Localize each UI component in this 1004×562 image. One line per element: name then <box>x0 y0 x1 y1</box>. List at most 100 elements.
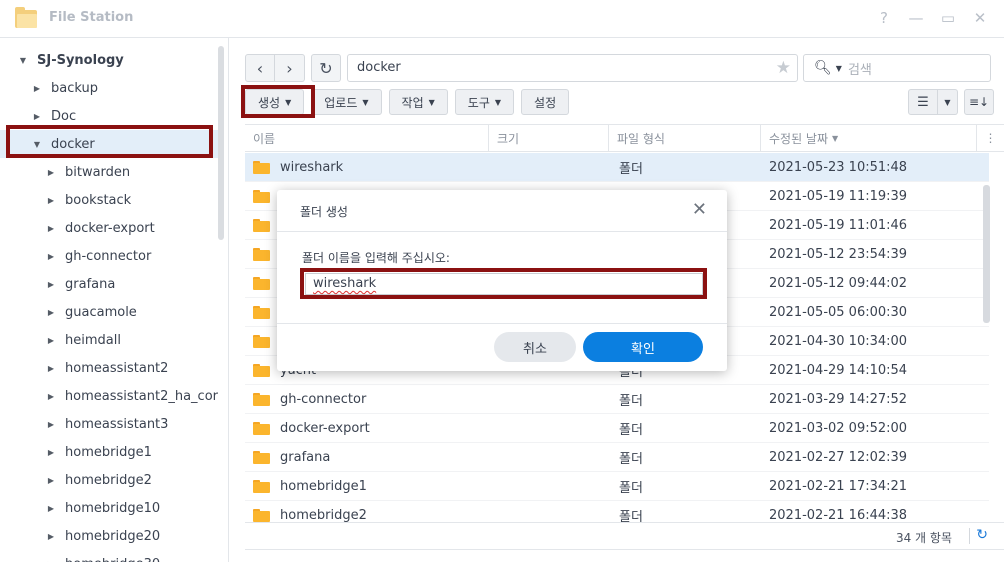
tools-button[interactable]: 도구 ▼ <box>454 89 515 115</box>
folder-icon <box>253 247 270 261</box>
window-title: File Station <box>49 10 134 25</box>
refresh-button[interactable]: ↻ <box>311 54 341 82</box>
create-button[interactable]: 생성 ▼ <box>245 89 305 115</box>
tree-item[interactable]: ▶ bitwarden <box>0 158 218 186</box>
caret-right-icon[interactable]: ▶ <box>45 420 57 429</box>
caret-right-icon[interactable]: ▶ <box>45 504 57 513</box>
table-row[interactable]: homebridge1 폴더 2021-02-21 17:34:21 <box>245 472 989 501</box>
folder-icon <box>253 305 270 319</box>
folder-icon <box>253 218 270 232</box>
caret-right-icon[interactable]: ▶ <box>31 84 43 93</box>
sort-desc-icon: ▼ <box>832 133 839 143</box>
folder-icon <box>253 450 270 464</box>
tree-item[interactable]: ▶ homebridge2 <box>0 466 218 494</box>
settings-button[interactable]: 설정 <box>521 89 570 115</box>
tree-item[interactable]: ▶ grafana <box>0 270 218 298</box>
folder-tree: ▼ SJ-Synology ▶ backup ▶ Doc ▼ docker ▶ bitw… <box>0 38 229 562</box>
folder-icon <box>253 479 270 493</box>
table-row[interactable]: gh-connector 폴더 2021-03-29 14:27:52 <box>245 385 989 414</box>
tree-item[interactable]: ▶ homeassistant2_ha_cor <box>0 382 218 410</box>
sort-icon[interactable]: ≡↓ <box>964 89 994 115</box>
table-row[interactable]: wireshark 폴더 2021-05-23 10:51:48 <box>245 153 989 182</box>
tree-item[interactable]: ▶ homeassistant3 <box>0 410 218 438</box>
tree-item[interactable]: ▶ heimdall <box>0 326 218 354</box>
tree-root[interactable]: ▼ SJ-Synology <box>0 46 218 74</box>
back-button[interactable]: ‹ <box>245 54 275 82</box>
status-bar: 34 개 항목 ↻ <box>245 522 1004 550</box>
close-icon[interactable]: ✕ <box>692 199 707 220</box>
table-scrollbar[interactable] <box>983 185 990 323</box>
tree-item[interactable]: ▶ Doc <box>0 102 218 130</box>
caret-right-icon[interactable]: ▶ <box>45 392 57 401</box>
tree-item[interactable]: ▶ docker-export <box>0 214 218 242</box>
help-icon[interactable]: ? <box>872 6 896 30</box>
caret-right-icon[interactable]: ▶ <box>45 476 57 485</box>
caret-right-icon[interactable]: ▶ <box>45 308 57 317</box>
tree-item[interactable]: ▶ homebridge1 <box>0 438 218 466</box>
tree-item[interactable]: ▶ backup <box>0 74 218 102</box>
caret-right-icon[interactable]: ▶ <box>45 280 57 289</box>
caret-right-icon[interactable]: ▶ <box>45 168 57 177</box>
sidebar-scrollbar[interactable] <box>218 46 224 240</box>
column-menu-icon[interactable]: ⋮ <box>977 125 1004 151</box>
column-modified[interactable]: 수정된 날짜 ▼ <box>761 125 977 151</box>
folder-icon <box>253 421 270 435</box>
tree-item[interactable]: ▶ gh-connector <box>0 242 218 270</box>
chevron-down-icon[interactable]: ▼ <box>938 89 958 115</box>
caret-right-icon[interactable]: ▶ <box>31 112 43 121</box>
caret-right-icon[interactable]: ▶ <box>45 448 57 457</box>
chevron-left-icon: ‹ <box>256 58 264 78</box>
list-view-icon[interactable]: ☰ <box>908 89 938 115</box>
column-size[interactable]: 크기 <box>489 125 609 151</box>
caret-right-icon[interactable]: ▶ <box>45 336 57 345</box>
tree-item[interactable]: ▶ homeassistant2 <box>0 354 218 382</box>
chevron-down-icon: ▼ <box>285 97 292 107</box>
tree-item[interactable]: ▶homebridge30 <box>0 550 218 562</box>
caret-down-icon[interactable]: ▼ <box>17 56 29 65</box>
chevron-right-icon: › <box>286 58 293 78</box>
create-folder-dialog: 폴더 생성 ✕ 폴더 이름을 입력해 주십시오: wireshark 취소 확인 <box>277 190 727 371</box>
upload-button[interactable]: 업로드 ▼ <box>311 89 382 115</box>
ok-button[interactable]: 확인 <box>583 332 703 362</box>
table-header: 이름 크기 파일 형식 수정된 날짜 ▼ ⋮ <box>245 124 1004 152</box>
tree-item[interactable]: ▶ homebridge10 <box>0 494 218 522</box>
folder-icon <box>253 334 270 348</box>
tree-item[interactable]: ▶ guacamole <box>0 298 218 326</box>
caret-right-icon[interactable]: ▶ <box>45 532 57 541</box>
caret-right-icon[interactable]: ▶ <box>45 364 57 373</box>
tree-item[interactable]: ▶ homebridge20 <box>0 522 218 550</box>
minimize-icon[interactable]: — <box>904 6 928 30</box>
refresh-icon: ↻ <box>319 58 333 78</box>
maximize-icon[interactable]: ▭ <box>936 6 960 30</box>
action-button[interactable]: 작업 ▼ <box>388 89 448 115</box>
tree-item-selected[interactable]: ▼ docker <box>0 130 218 158</box>
caret-right-icon[interactable]: ▶ <box>45 252 57 261</box>
chevron-down-icon: ▼ <box>428 97 435 107</box>
dialog-label: 폴더 이름을 입력해 주십시오: <box>302 251 450 265</box>
caret-down-icon[interactable]: ▼ <box>31 140 43 149</box>
dialog-title: 폴더 생성 <box>300 205 348 219</box>
forward-button[interactable]: › <box>275 54 305 82</box>
folder-icon <box>253 160 270 174</box>
table-row[interactable]: grafana 폴더 2021-02-27 12:02:39 <box>245 443 989 472</box>
refresh-icon[interactable]: ↻ <box>976 527 988 543</box>
tree-item[interactable]: ▶ bookstack <box>0 186 218 214</box>
cancel-button[interactable]: 취소 <box>494 332 576 362</box>
column-name[interactable]: 이름 <box>245 125 489 151</box>
table-row[interactable]: docker-export 폴더 2021-03-02 09:52:00 <box>245 414 989 443</box>
search-input[interactable]: 🔍︎ ▼ 검색 <box>803 54 991 82</box>
folder-icon <box>253 276 270 290</box>
folder-icon <box>253 363 270 377</box>
chevron-down-icon: ▼ <box>362 97 369 107</box>
item-count: 34 개 항목 <box>895 531 952 545</box>
column-type[interactable]: 파일 형식 <box>609 125 761 151</box>
folder-icon <box>253 508 270 522</box>
close-icon[interactable]: ✕ <box>968 6 992 30</box>
search-icon: 🔍︎ <box>814 60 832 76</box>
star-icon[interactable]: ★ <box>776 55 791 81</box>
chevron-down-icon[interactable]: ▼ <box>836 64 842 73</box>
caret-right-icon[interactable]: ▶ <box>45 224 57 233</box>
path-field[interactable]: docker ★ <box>347 54 798 82</box>
file-station-icon <box>15 7 39 29</box>
caret-right-icon[interactable]: ▶ <box>45 196 57 205</box>
